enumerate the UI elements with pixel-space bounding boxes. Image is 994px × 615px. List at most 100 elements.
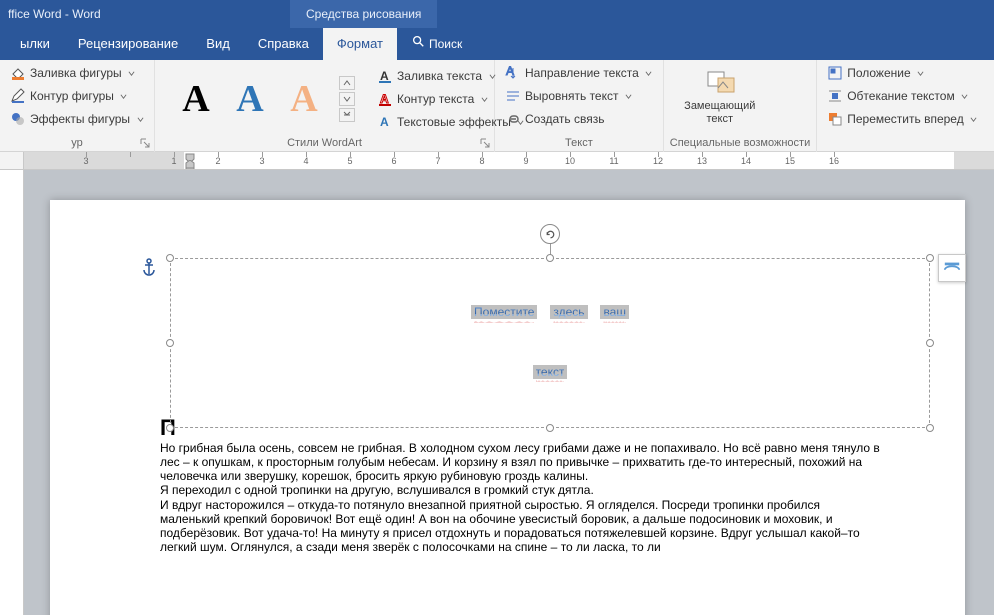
paragraph: И вдруг насторожился – откуда-то потянул… (160, 498, 880, 555)
bring-forward-button[interactable]: Переместить вперед (823, 108, 981, 130)
svg-text:A: A (380, 115, 389, 129)
wordart-word: текст (536, 366, 565, 381)
paragraph: Я переходил с одной тропинки на другую, … (160, 483, 880, 497)
rotate-handle[interactable] (540, 224, 560, 244)
gallery-more[interactable] (339, 108, 355, 122)
cmd-label: Переместить вперед (847, 112, 963, 126)
ruler-tick: 11 (609, 152, 618, 170)
tab-search[interactable]: Поиск (397, 28, 476, 60)
resize-handle-sw[interactable] (166, 424, 174, 432)
cmd-label: Положение (847, 66, 910, 80)
text-direction-icon: A (505, 65, 521, 81)
group-accessibility: Замещающий текст Специальные возможности (664, 60, 817, 152)
dropdown-icon (961, 92, 969, 100)
contextual-tools-tab[interactable]: Средства рисования (290, 0, 437, 28)
ruler-tick: 13 (697, 152, 707, 170)
tab-references-partial[interactable]: ылки (6, 28, 64, 60)
dialog-launcher-icon[interactable] (478, 136, 492, 150)
app-title: ffice Word - Word (8, 7, 101, 21)
dropdown-icon (625, 92, 633, 100)
tab-help[interactable]: Справка (244, 28, 323, 60)
shape-outline-button[interactable]: Контур фигуры (6, 85, 148, 107)
wordart-word: ваш (603, 306, 626, 321)
cmd-label: Замещающий текст (680, 100, 760, 126)
text-direction-button[interactable]: A Направление текста (501, 62, 657, 84)
group-arrange: Положение Обтекание текстом Переместить … (817, 60, 987, 152)
group-label: Специальные возможности (670, 136, 810, 152)
ruler-tick: 9 (523, 152, 528, 170)
layout-options-button[interactable] (938, 254, 966, 282)
align-text-icon (505, 88, 521, 104)
search-label: Поиск (429, 28, 462, 60)
svg-text:A: A (380, 92, 389, 106)
resize-handle-n[interactable] (546, 254, 554, 262)
resize-handle-s[interactable] (546, 424, 554, 432)
group-text: A Направление текста Выровнять текст Соз… (495, 60, 664, 152)
resize-handle-e[interactable] (926, 339, 934, 347)
ruler-tick: 5 (347, 152, 352, 170)
document-viewport[interactable]: П Но грибная была осень, совсем не грибн… (0, 170, 994, 615)
shape-fill-button[interactable]: Заливка фигуры (6, 62, 148, 84)
dropdown-icon (917, 69, 925, 77)
gallery-scroll (339, 76, 357, 122)
document-body-text[interactable]: П Но грибная была осень, совсем не грибн… (160, 415, 880, 554)
ruler-tick: 3 (83, 152, 88, 170)
ruler-tick: 10 (565, 152, 575, 170)
wordart-text[interactable]: Поместите здесь ваш текст (250, 268, 850, 388)
bring-forward-icon (827, 111, 843, 127)
wordart-preset-2[interactable]: А (227, 72, 273, 126)
group-wordart-styles: А А А A Заливка текста A Контур текста (155, 60, 495, 152)
anchor-icon[interactable] (142, 258, 156, 276)
group-label (823, 136, 981, 152)
svg-text:A: A (380, 69, 389, 83)
resize-handle-ne[interactable] (926, 254, 934, 262)
ruler-tick: 14 (741, 152, 751, 170)
resize-handle-nw[interactable] (166, 254, 174, 262)
wordart-textbox[interactable]: Поместите здесь ваш текст (170, 258, 930, 428)
gallery-scroll-down[interactable] (339, 92, 355, 106)
position-icon (827, 65, 843, 81)
shape-effects-button[interactable]: Эффекты фигуры (6, 108, 148, 130)
dropdown-icon (136, 115, 144, 123)
ruler-tick: 15 (785, 152, 795, 170)
group-shape-styles: Заливка фигуры Контур фигуры Эффекты фиг… (0, 60, 155, 152)
position-button[interactable]: Положение (823, 62, 981, 84)
wordart-word: здесь (553, 306, 584, 321)
dropdown-icon (128, 69, 136, 77)
cmd-label: Заливка фигуры (30, 66, 122, 80)
alt-text-button[interactable]: Замещающий текст (670, 62, 770, 130)
wordart-preset-3[interactable]: А (281, 72, 327, 126)
group-label: Стили WordArt (161, 136, 488, 152)
dialog-launcher-icon[interactable] (138, 136, 152, 150)
gallery-scroll-up[interactable] (339, 76, 355, 90)
align-text-button[interactable]: Выровнять текст (501, 85, 657, 107)
ruler-tick: 1 (171, 152, 176, 170)
paragraph: Но грибная была осень, совсем не грибная… (160, 441, 880, 483)
page[interactable]: П Но грибная была осень, совсем не грибн… (50, 200, 965, 615)
wordart-preset-1[interactable]: А (173, 72, 219, 126)
ruler-tick: 2 (215, 152, 220, 170)
tab-format[interactable]: Формат (323, 28, 397, 60)
resize-handle-w[interactable] (166, 339, 174, 347)
cmd-label: Направление текста (525, 66, 639, 80)
text-outline-icon: A (377, 91, 393, 107)
tab-view[interactable]: Вид (192, 28, 244, 60)
ruler-tick: 7 (435, 152, 440, 170)
indent-marker-bottom[interactable] (180, 160, 200, 170)
cmd-label: Эффекты фигуры (30, 112, 130, 126)
dropdown-icon (645, 69, 653, 77)
dropdown-icon (970, 115, 978, 123)
cmd-label: Обтекание текстом (847, 89, 954, 103)
wordart-gallery[interactable]: А А А (161, 66, 369, 132)
create-link-button[interactable]: Создать связь (501, 108, 657, 130)
wordart-word: Поместите (474, 306, 534, 321)
search-icon (411, 28, 425, 60)
resize-handle-se[interactable] (926, 424, 934, 432)
pen-icon (10, 88, 26, 104)
horizontal-ruler[interactable]: 3 1 2 3 4 5 6 7 8 9 10 11 12 13 14 15 16 (24, 152, 994, 170)
ruler-tick: 3 (259, 152, 264, 170)
cmd-label: Выровнять текст (525, 89, 618, 103)
wrap-text-button[interactable]: Обтекание текстом (823, 85, 981, 107)
vertical-ruler[interactable] (0, 170, 24, 615)
tab-review[interactable]: Рецензирование (64, 28, 192, 60)
